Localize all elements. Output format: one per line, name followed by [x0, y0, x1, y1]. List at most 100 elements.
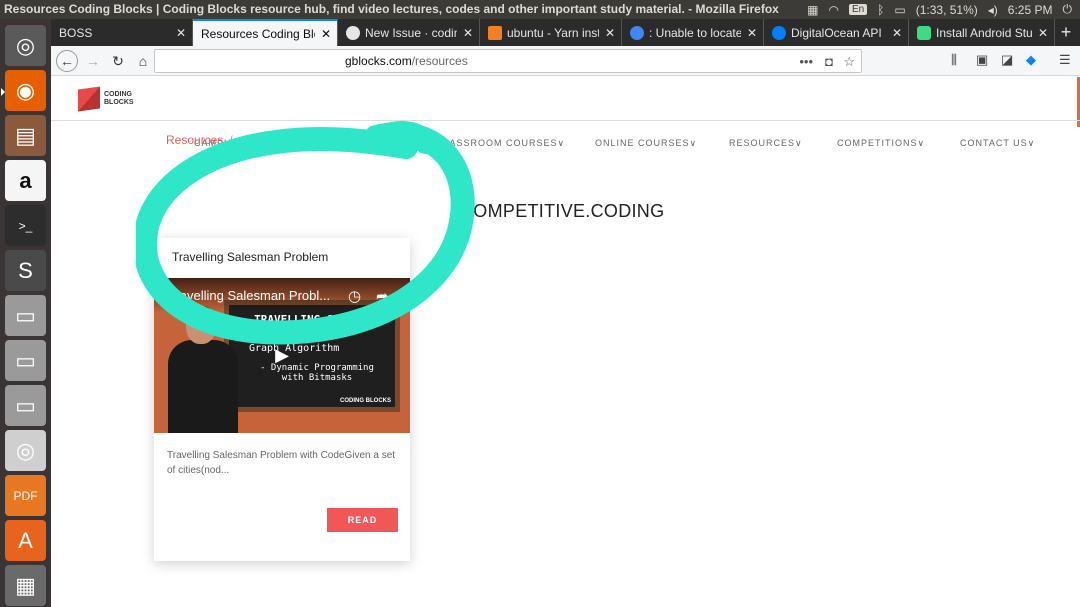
- navigation-toolbar: ← → ↻ ⌂ gblocks.com/resources ••• ◘ ☆ ⫼ …: [51, 46, 1080, 76]
- tab-digitalocean-api[interactable]: DigitalOcean API ✕: [764, 19, 909, 46]
- thumbnail-logo: CODING BLOCKS: [340, 398, 391, 404]
- read-button[interactable]: READ: [327, 508, 398, 532]
- firefox-icon[interactable]: ◉: [1, 70, 46, 111]
- presenter-image: [164, 306, 242, 433]
- video-title[interactable]: Travelling Salesman Probl...: [168, 288, 330, 303]
- tab-title: New Issue · coding: [365, 25, 457, 40]
- page-title: COMPETITIVE.CODING: [460, 201, 665, 221]
- pdf-app-icon[interactable]: PDF: [5, 475, 46, 516]
- tab-title: : Unable to locate: [649, 25, 741, 40]
- card-description: Travelling Salesman Problem with CodeGiv…: [167, 450, 396, 476]
- breadcrumb-resources[interactable]: Resources: [166, 133, 223, 147]
- url-bar[interactable]: gblocks.com/resources ••• ◘ ☆: [154, 49, 862, 73]
- android-icon: [917, 25, 931, 40]
- battery-status[interactable]: (1:33, 51%): [916, 3, 978, 17]
- nav-online-courses[interactable]: ONLINE COURSES∨: [595, 138, 697, 149]
- close-tab-icon[interactable]: ✕: [321, 27, 331, 41]
- thumbnail-text: - Dynamic Programming: [260, 363, 374, 373]
- back-button[interactable]: ←: [56, 50, 78, 72]
- tab-title: BOSS: [59, 25, 93, 40]
- window-title: Resources Coding Blocks | Coding Blocks …: [4, 2, 779, 16]
- web-page: CODING BLOCKS CAMPUS AMBASSADORS ABOUT U…: [51, 77, 1080, 607]
- reload-button[interactable]: ↻: [107, 50, 129, 72]
- keyboard-layout-indicator[interactable]: En: [848, 4, 868, 15]
- tab-title: ubuntu - Yarn insta: [507, 25, 599, 40]
- breadcrumb-separator: /: [229, 133, 233, 147]
- ubuntu-dash-icon[interactable]: ◎: [5, 25, 46, 66]
- library-icon[interactable]: ⫼: [951, 52, 957, 68]
- close-tab-icon[interactable]: ✕: [605, 26, 615, 40]
- digitalocean-icon: [772, 25, 786, 40]
- ubuntu-launcher: ◎ ◉ ▤ a >_ S ▭ ▭ ▭ ◎ PDF A ▦: [0, 19, 51, 607]
- close-tab-icon[interactable]: ✕: [176, 26, 186, 40]
- close-tab-icon[interactable]: ✕: [463, 26, 473, 40]
- tab-strip: BOSS ✕ Resources Coding Blocks ✕ New Iss…: [51, 19, 1080, 46]
- nav-resources[interactable]: RESOURCES∨: [729, 138, 803, 149]
- keyboard-icon[interactable]: ▦: [807, 3, 818, 17]
- bookmark-star-icon[interactable]: ☆: [843, 54, 855, 70]
- close-tab-icon[interactable]: ✕: [747, 26, 757, 40]
- nav-competitions[interactable]: COMPETITIONS∨: [837, 138, 925, 149]
- battery-icon[interactable]: ▭: [894, 3, 905, 17]
- new-tab-button[interactable]: +: [1056, 19, 1076, 46]
- thumbnail-text: TRAVELLING SALESMAN: [254, 313, 380, 326]
- play-icon[interactable]: ▶: [260, 339, 304, 371]
- logo-text-coding: CODING: [104, 91, 132, 98]
- close-tab-icon[interactable]: ✕: [892, 26, 902, 40]
- tab-new-issue[interactable]: New Issue · coding ✕: [338, 19, 480, 46]
- nav-classroom-courses[interactable]: CLASSROOM COURSES∨: [436, 138, 565, 149]
- tab-ubuntu-yarn[interactable]: ubuntu - Yarn insta ✕: [480, 19, 622, 46]
- software-center-icon[interactable]: A: [5, 520, 46, 561]
- wifi-icon[interactable]: ◠: [828, 3, 838, 17]
- forward-button[interactable]: →: [82, 50, 104, 72]
- pocket-icon[interactable]: ◘: [825, 54, 833, 69]
- nav-about-us[interactable]: ABOUT US ∨: [338, 138, 403, 149]
- terminal-icon[interactable]: >_: [5, 205, 46, 246]
- bluetooth-icon[interactable]: ᛒ: [877, 3, 884, 17]
- stackexchange-icon: [488, 25, 502, 40]
- trash-icon[interactable]: ▦: [5, 565, 46, 606]
- close-tab-icon[interactable]: ✕: [1038, 26, 1048, 40]
- thumbnail-text: with Bitmasks: [281, 373, 353, 383]
- tab-boss[interactable]: BOSS ✕: [51, 19, 193, 46]
- system-tray: ▦ ◠ En ᛒ ▭ (1:33, 51%) ◂) 6:25 PM ⏻: [807, 2, 1072, 17]
- url-host: gblocks.com: [345, 54, 412, 68]
- card-title: Travelling Salesman Problem: [172, 250, 329, 264]
- page-actions-icon[interactable]: •••: [799, 54, 813, 69]
- thumbnail-text: PROBLEM: [295, 326, 339, 337]
- drive-icon-3[interactable]: ▭: [5, 385, 46, 426]
- power-icon[interactable]: ⏻: [1063, 2, 1073, 17]
- site-logo[interactable]: CODING BLOCKS: [78, 86, 134, 112]
- header-divider: [51, 120, 1080, 121]
- url-path: /resources: [411, 54, 468, 68]
- dvd-icon[interactable]: ◎: [5, 430, 46, 471]
- video-thumbnail-blackboard: TRAVELLING SALESMAN PROBLEM Graph Algori…: [224, 300, 400, 412]
- files-icon[interactable]: ▤: [5, 115, 46, 156]
- sublime-text-icon[interactable]: S: [5, 250, 46, 291]
- extension-icon[interactable]: ◆: [1026, 52, 1036, 68]
- drive-icon-1[interactable]: ▭: [5, 295, 46, 336]
- tab-unable-to-locate[interactable]: : Unable to locate ✕: [622, 19, 764, 46]
- menu-icon[interactable]: ☰: [1059, 52, 1071, 68]
- google-icon: [630, 25, 644, 40]
- screenshot-icon[interactable]: ◪: [1001, 52, 1013, 68]
- resource-card: Travelling Salesman Problem TRAVELLING S…: [154, 238, 410, 561]
- watch-later-icon[interactable]: ◷: [348, 287, 361, 305]
- share-icon[interactable]: ➦: [376, 287, 389, 305]
- nav-contact-us[interactable]: CONTACT US∨: [960, 138, 1035, 149]
- clock[interactable]: 6:25 PM: [1008, 3, 1053, 17]
- github-icon: [346, 25, 360, 40]
- tab-install-android-studio[interactable]: Install Android Stu ✕: [909, 19, 1055, 46]
- volume-icon[interactable]: ◂): [988, 3, 998, 17]
- tab-resources-coding-blocks[interactable]: Resources Coding Blocks ✕: [193, 19, 338, 46]
- sidebar-icon[interactable]: ▣: [976, 52, 988, 68]
- drive-icon-2[interactable]: ▭: [5, 340, 46, 381]
- tab-title: Resources Coding Blocks: [201, 26, 315, 41]
- home-button[interactable]: ⌂: [132, 50, 154, 72]
- logo-cube-icon: [78, 86, 100, 112]
- amazon-icon[interactable]: a: [5, 160, 46, 201]
- tab-title: Install Android Stu: [936, 25, 1032, 40]
- logo-text-blocks: BLOCKS: [104, 99, 134, 106]
- ubuntu-top-panel: Resources Coding Blocks | Coding Blocks …: [0, 0, 1080, 19]
- video-embed[interactable]: TRAVELLING SALESMAN PROBLEM Graph Algori…: [154, 278, 410, 433]
